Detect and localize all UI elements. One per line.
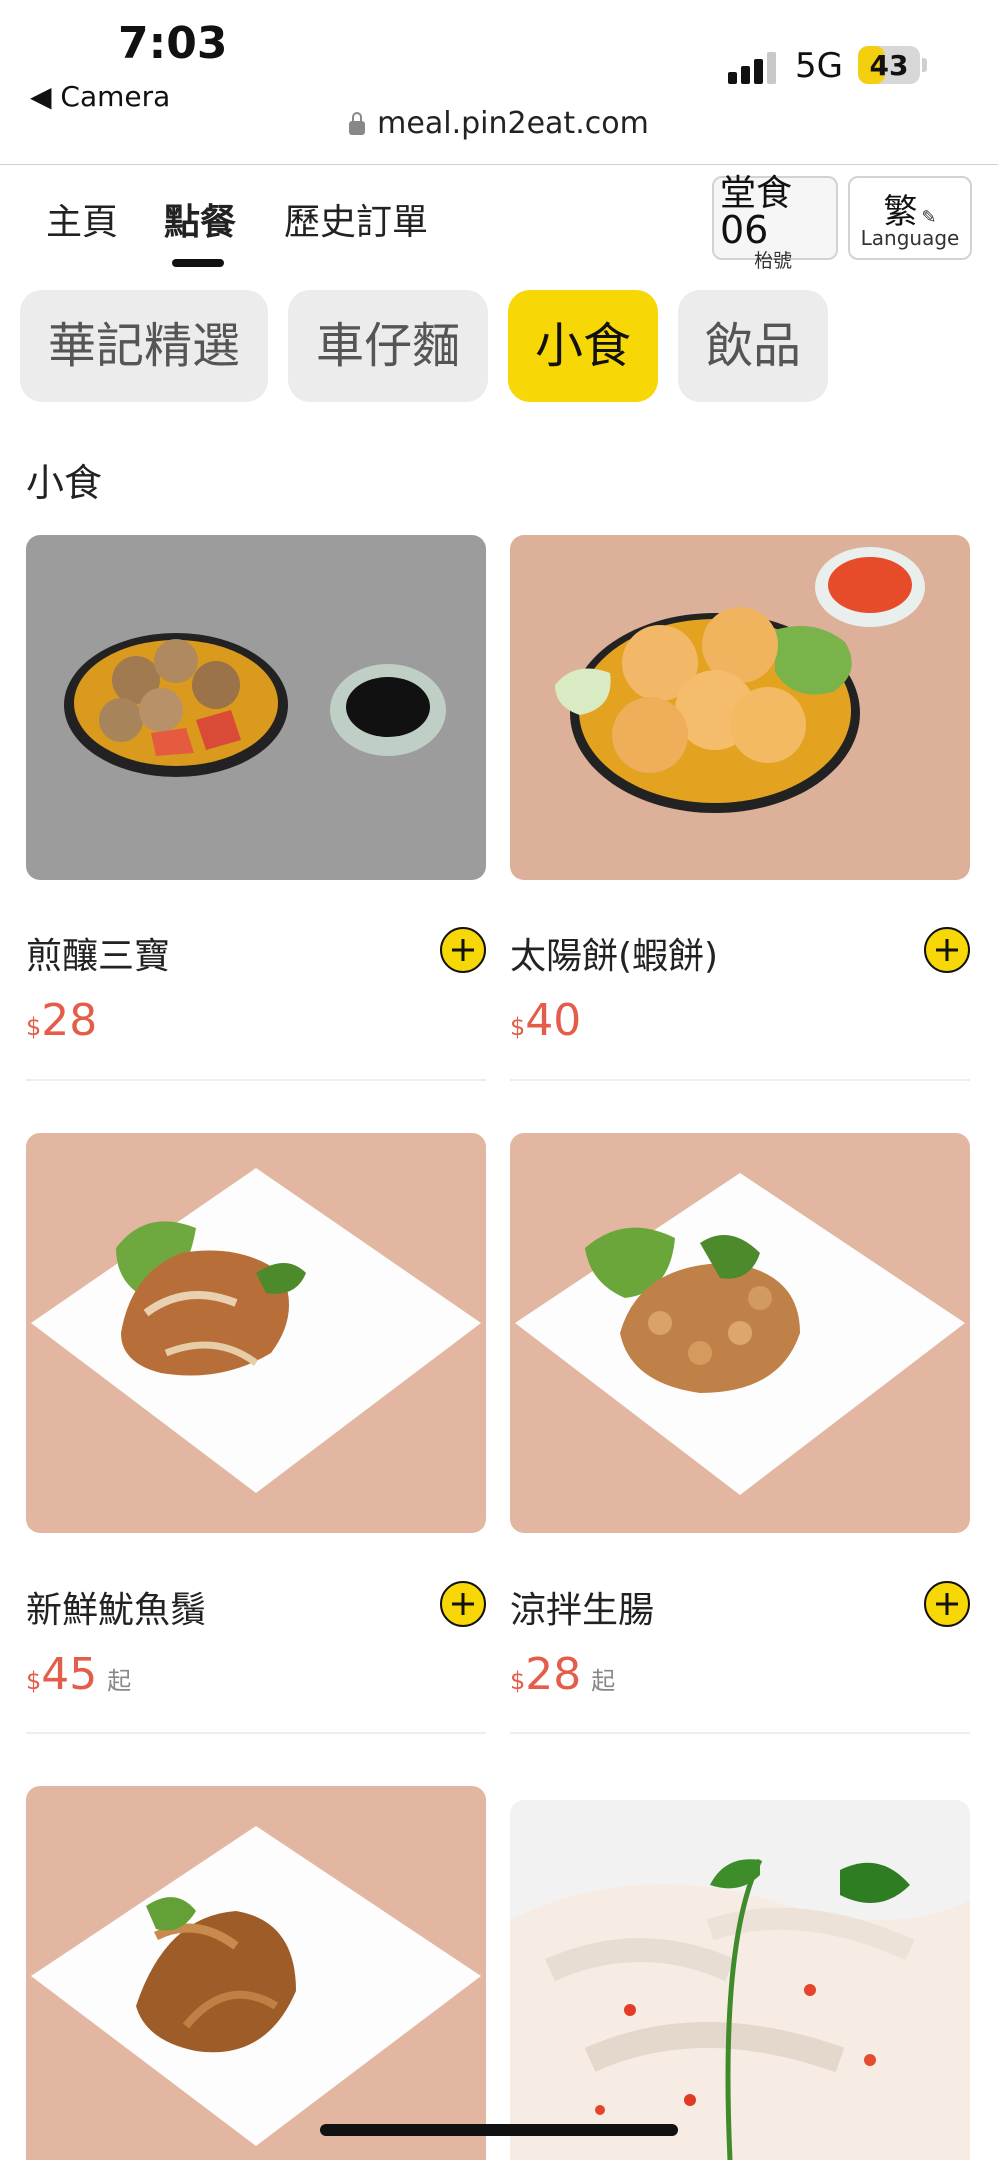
item-name: 涼拌生腸	[510, 1590, 655, 1631]
item-name: 新鮮魷魚鬚	[26, 1590, 207, 1631]
nav-order-history[interactable]: 歷史訂單	[284, 193, 428, 245]
table-number: 06	[720, 208, 769, 252]
pencil-icon: ✎	[921, 207, 937, 228]
item-name: 太陽餅(蝦餅)	[510, 936, 719, 977]
item-name: 煎釀三寶	[26, 936, 171, 977]
food-image[interactable]	[26, 1133, 486, 1533]
price-currency: $	[510, 1667, 526, 1695]
price-amount: 28	[41, 995, 98, 1046]
nav-order[interactable]: 點餐	[164, 193, 236, 245]
network-type: 5G	[795, 46, 843, 86]
category-chip-drinks[interactable]: 飲品	[678, 290, 828, 402]
address-bar[interactable]: meal.pin2eat.com	[0, 106, 998, 141]
category-chip-featured[interactable]: 華記精選	[20, 290, 268, 402]
home-indicator[interactable]	[320, 2124, 678, 2136]
add-item-button[interactable]	[924, 1581, 970, 1627]
price-from-suffix: 起	[591, 1667, 616, 1695]
price-from-suffix: 起	[107, 1667, 132, 1695]
price-amount: 45	[41, 1649, 98, 1700]
card-separator	[510, 1079, 970, 1081]
item-price: $45 起	[26, 1649, 131, 1700]
add-item-button[interactable]	[440, 1581, 486, 1627]
add-item-button[interactable]	[440, 927, 486, 973]
language-button[interactable]: 繁 ✎ Language	[848, 176, 972, 260]
category-chip-cart-noodles[interactable]: 車仔麵	[288, 290, 488, 402]
food-image[interactable]	[26, 1786, 486, 2160]
category-chip-snacks[interactable]: 小食	[508, 290, 658, 402]
battery-tip	[922, 58, 927, 72]
food-image[interactable]	[510, 1133, 970, 1533]
add-item-button[interactable]	[924, 927, 970, 973]
item-price: $28	[26, 995, 107, 1046]
header-divider	[0, 164, 998, 165]
battery-icon: 43	[858, 46, 920, 84]
signal-icon	[728, 50, 780, 84]
item-price: $28 起	[510, 1649, 615, 1700]
item-price: $40	[510, 995, 591, 1046]
lock-icon	[349, 112, 366, 135]
food-image[interactable]	[26, 535, 486, 880]
food-image[interactable]	[510, 1800, 970, 2160]
price-currency: $	[26, 1013, 42, 1041]
card-separator	[26, 1079, 486, 1081]
clock: 7:03	[118, 18, 228, 69]
url-text: meal.pin2eat.com	[377, 106, 649, 141]
card-separator	[26, 1732, 486, 1734]
table-number-box[interactable]: 堂食 06 枱號	[712, 174, 838, 272]
active-tab-indicator	[172, 259, 224, 267]
language-label: Language	[860, 226, 960, 250]
battery-percent: 43	[869, 49, 909, 82]
section-title: 小食	[26, 461, 103, 505]
food-image[interactable]	[510, 535, 970, 880]
price-amount: 28	[525, 1649, 582, 1700]
card-separator	[510, 1732, 970, 1734]
price-currency: $	[26, 1667, 42, 1695]
price-amount: 40	[525, 995, 582, 1046]
status-bar: 7:03 ◀ Camera 5G 43 meal.pin2eat.com	[0, 0, 998, 165]
nav-home[interactable]: 主頁	[46, 193, 118, 245]
price-currency: $	[510, 1013, 526, 1041]
table-label: 枱號	[754, 250, 793, 272]
